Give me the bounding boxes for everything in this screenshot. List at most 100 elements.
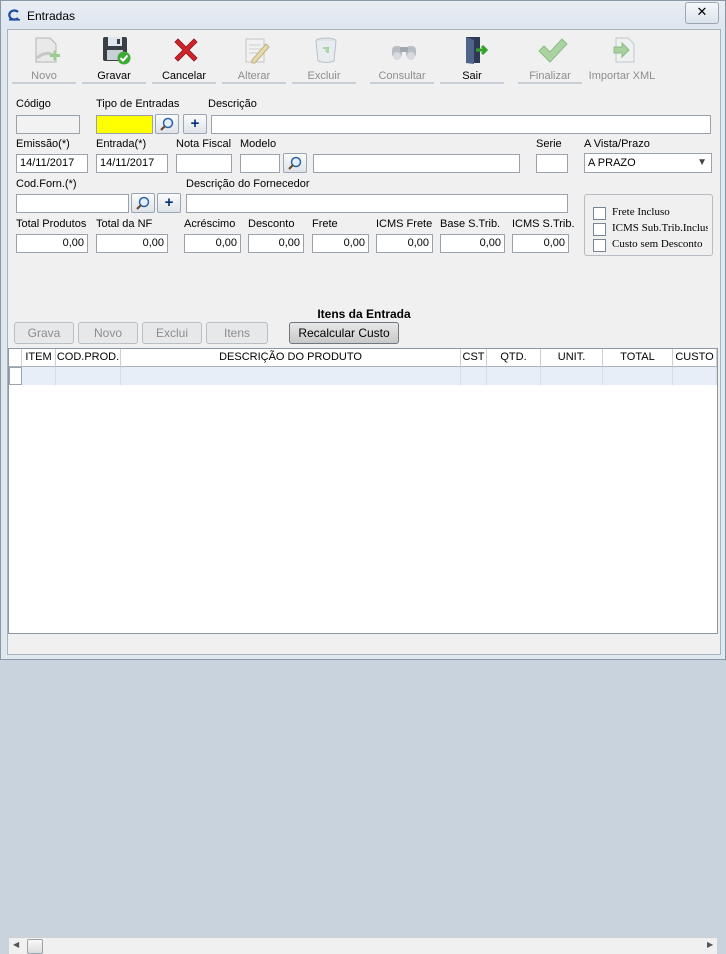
descricao-fornecedor-field[interactable]: [186, 194, 568, 213]
fornecedor-add-button[interactable]: +: [157, 193, 181, 213]
toolbar-gravar-button[interactable]: Gravar: [80, 32, 148, 84]
column-header-custo[interactable]: CUSTO: [673, 349, 717, 367]
trash-can-icon: [315, 37, 337, 63]
icms-st-label: ICMS S.Trib.: [512, 218, 575, 230]
column-header-item[interactable]: ITEM: [22, 349, 56, 367]
toolbar-separator: [518, 82, 582, 84]
scrollbar-thumb[interactable]: [27, 939, 43, 954]
icms-frete-label: ICMS Frete: [376, 218, 433, 230]
icms-st-incluso-checkbox[interactable]: [593, 223, 606, 236]
descricao-field[interactable]: [211, 115, 711, 134]
recalcular-custo-button[interactable]: Recalcular Custo: [289, 322, 399, 344]
icms-st-incluso-label: ICMS Sub.Trib.Incluso: [612, 222, 708, 234]
frete-incluso-label: Frete Incluso: [612, 206, 670, 218]
toolbar-novo-button[interactable]: Novo: [10, 32, 78, 84]
fornecedor-search-button[interactable]: [131, 193, 155, 213]
toolbar-sair-label: Sair: [462, 70, 482, 82]
toolbar-importar-xml-button[interactable]: Importar XML: [588, 32, 656, 84]
toolbar-finalizar-label: Finalizar: [529, 70, 571, 82]
toolbar-separator: [440, 82, 504, 84]
modelo-search-button[interactable]: [283, 153, 307, 173]
total-nf-field[interactable]: 0,00: [96, 234, 168, 253]
magnifier-icon: [288, 156, 302, 170]
total-nf-label: Total da NF: [96, 218, 153, 230]
grid-cell[interactable]: [22, 367, 56, 385]
grid-cell[interactable]: [541, 367, 603, 385]
modelo-description-field[interactable]: [313, 154, 520, 173]
avista-prazo-label: A Vista/Prazo: [584, 138, 650, 150]
toolbar-excluir-button[interactable]: Excluir: [290, 32, 358, 84]
cod-fornecedor-field[interactable]: [16, 194, 129, 213]
import-xml-icon: [613, 37, 635, 63]
grid-cell[interactable]: [461, 367, 487, 385]
codigo-field[interactable]: [16, 115, 80, 134]
horizontal-scrollbar[interactable]: ◀ ▶: [9, 937, 717, 954]
exclui-item-button[interactable]: Exclui: [142, 322, 202, 344]
emissao-date-field[interactable]: 14/11/2017: [16, 154, 88, 173]
new-document-icon: [35, 37, 60, 63]
grava-item-button[interactable]: Grava: [14, 322, 74, 344]
icms-frete-field[interactable]: 0,00: [376, 234, 433, 253]
icms-st-field[interactable]: 0,00: [512, 234, 569, 253]
toolbar-cancelar-button[interactable]: Cancelar: [150, 32, 218, 84]
itens-grid[interactable]: ITEM COD.PROD. DESCRIÇÃO DO PRODUTO CST …: [8, 348, 718, 954]
frete-label: Frete: [312, 218, 338, 230]
chevron-down-icon: ▼: [697, 157, 707, 168]
entrada-date-field[interactable]: 14/11/2017: [96, 154, 168, 173]
emissao-label: Emissão(*): [16, 138, 70, 150]
grid-cell[interactable]: [673, 367, 717, 385]
itens-button[interactable]: Itens: [206, 322, 268, 344]
frete-field[interactable]: 0,00: [312, 234, 369, 253]
plus-icon: +: [164, 194, 174, 211]
tipo-entradas-field[interactable]: [96, 115, 153, 134]
check-mark-icon: [538, 38, 568, 63]
nota-fiscal-field[interactable]: [176, 154, 232, 173]
total-produtos-field[interactable]: 0,00: [16, 234, 88, 253]
frete-incluso-checkbox[interactable]: [593, 207, 606, 220]
grid-cell[interactable]: [56, 367, 121, 385]
table-row[interactable]: [9, 367, 717, 385]
grid-cell[interactable]: [487, 367, 541, 385]
novo-item-button[interactable]: Novo: [78, 322, 138, 344]
tipo-entradas-add-button[interactable]: +: [183, 114, 207, 134]
avista-prazo-value: A PRAZO: [588, 157, 636, 169]
edit-pencil-icon: [245, 38, 270, 64]
column-header-total[interactable]: TOTAL: [603, 349, 673, 367]
column-header-descricao[interactable]: DESCRIÇÃO DO PRODUTO: [121, 349, 461, 367]
tipo-entradas-search-button[interactable]: [155, 114, 179, 134]
form-area: Novo Gravar Cancelar Alterar Excluir Con…: [7, 29, 721, 954]
desconto-field[interactable]: 0,00: [248, 234, 304, 253]
toolbar-excluir-label: Excluir: [307, 70, 341, 82]
modelo-field[interactable]: [240, 154, 280, 173]
column-header-cod-prod[interactable]: COD.PROD.: [56, 349, 121, 367]
toolbar-consultar-label: Consultar: [378, 70, 426, 82]
toolbar-consultar-button[interactable]: Consultar: [368, 32, 436, 84]
descricao-fornecedor-label: Descrição do Fornecedor: [186, 178, 310, 190]
close-button[interactable]: ✕: [685, 2, 719, 24]
toolbar-finalizar-button[interactable]: Finalizar: [516, 32, 584, 84]
toolbar-alterar-button[interactable]: Alterar: [220, 32, 288, 84]
binoculars-icon: [392, 46, 416, 60]
column-header-unit[interactable]: UNIT.: [541, 349, 603, 367]
modelo-label: Modelo: [240, 138, 277, 150]
custo-sem-desconto-checkbox[interactable]: [593, 239, 606, 252]
base-st-field[interactable]: 0,00: [440, 234, 505, 253]
scroll-right-icon[interactable]: ▶: [707, 940, 713, 949]
scroll-left-icon[interactable]: ◀: [13, 940, 19, 949]
acrescimo-field[interactable]: 0,00: [184, 234, 241, 253]
toolbar-sair-button[interactable]: Sair: [438, 32, 506, 84]
grid-cell[interactable]: [603, 367, 673, 385]
cod-fornecedor-label: Cod.Forn.(*): [16, 178, 77, 190]
toolbar-separator: [12, 82, 76, 84]
avista-prazo-select[interactable]: A PRAZO ▼: [584, 153, 712, 173]
column-header-qtd[interactable]: QTD.: [487, 349, 541, 367]
toolbar-separator: [152, 82, 216, 84]
toolbar: Novo Gravar Cancelar Alterar Excluir Con…: [10, 32, 716, 84]
toolbar-novo-label: Novo: [31, 70, 57, 82]
tipo-entradas-label: Tipo de Entradas: [96, 98, 180, 110]
serie-field[interactable]: [536, 154, 568, 173]
column-header-cst[interactable]: CST: [461, 349, 487, 367]
nota-fiscal-label: Nota Fiscal: [176, 138, 232, 150]
grid-cell[interactable]: [121, 367, 461, 385]
toolbar-gravar-label: Gravar: [97, 70, 131, 82]
